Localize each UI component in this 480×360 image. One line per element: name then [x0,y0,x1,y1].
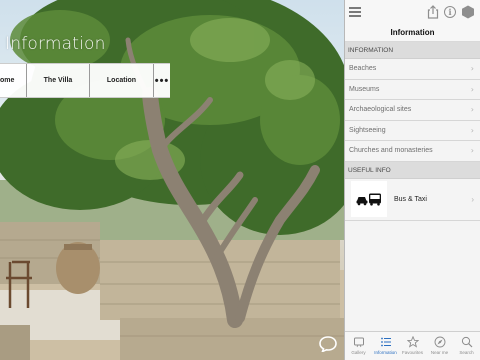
list-item-label: Museums [349,85,380,93]
tab-near-me[interactable]: Near me [426,332,453,360]
list-item-museums[interactable]: Museums › [345,79,480,100]
background-photo [0,0,344,360]
tab-the-villa[interactable]: The Villa [27,64,90,97]
chevron-right-icon: › [470,64,474,74]
tree-garden-illustration [0,0,344,360]
chevron-right-icon: › [470,84,474,94]
tab-gallery[interactable]: Gallery [345,332,372,360]
list-item-bus-taxi[interactable]: Bus & Taxi › [345,178,480,221]
top-tab-bar: ome The Villa Location ••• [0,63,170,98]
tab-label: Information [374,350,397,355]
tab-label: Favourites [401,350,423,355]
panel-header: i Information [345,0,480,42]
chevron-right-icon: › [470,146,474,156]
section-header-useful-info: USEFUL INFO [345,161,480,179]
search-icon [461,336,472,348]
chevron-right-icon: › [470,125,474,135]
list-item-label: Bus & Taxi [394,195,427,203]
tab-label: Gallery [351,350,366,355]
more-tabs-button[interactable]: ••• [154,64,170,97]
bottom-tab-bar: Gallery Information Favourites Near me S… [345,331,480,360]
list-item-label: Beaches [349,65,377,73]
star-icon [406,336,419,348]
info-icon[interactable]: i [444,6,456,18]
tab-home[interactable]: ome [0,64,27,97]
settings-hexagon-icon[interactable] [461,5,475,19]
tab-label: Near me [430,350,449,355]
list-item-label: Churches and monasteries [349,147,433,155]
tab-search[interactable]: Search [453,332,480,360]
information-panel: i Information INFORMATION Beaches › Muse… [344,0,480,360]
list-item-sightseeing[interactable]: Sightseeing › [345,120,480,141]
bus-taxi-icon [351,181,387,217]
tab-favourites[interactable]: Favourites [399,332,426,360]
gallery-icon [353,337,364,348]
list-item-beaches[interactable]: Beaches › [345,59,480,80]
share-icon[interactable] [427,5,439,19]
list-item-archaeological-sites[interactable]: Archaeological sites › [345,100,480,121]
list-icon [380,337,391,347]
chat-bubble-icon[interactable] [319,336,337,353]
list-item-label: Sightseeing [349,126,386,134]
list-item-churches-monasteries[interactable]: Churches and monasteries › [345,141,480,162]
tab-location[interactable]: Location [90,64,154,97]
tab-information[interactable]: Information [372,332,399,360]
tab-label: Search [459,350,474,355]
page-title: Information [5,34,106,54]
compass-icon [434,336,445,348]
chevron-right-icon: › [470,105,474,115]
section-header-information: INFORMATION [345,42,480,59]
chevron-right-icon: › [471,194,474,204]
panel-title: Information [390,28,435,37]
menu-icon[interactable] [349,7,361,17]
list-item-label: Archaeological sites [349,106,412,114]
